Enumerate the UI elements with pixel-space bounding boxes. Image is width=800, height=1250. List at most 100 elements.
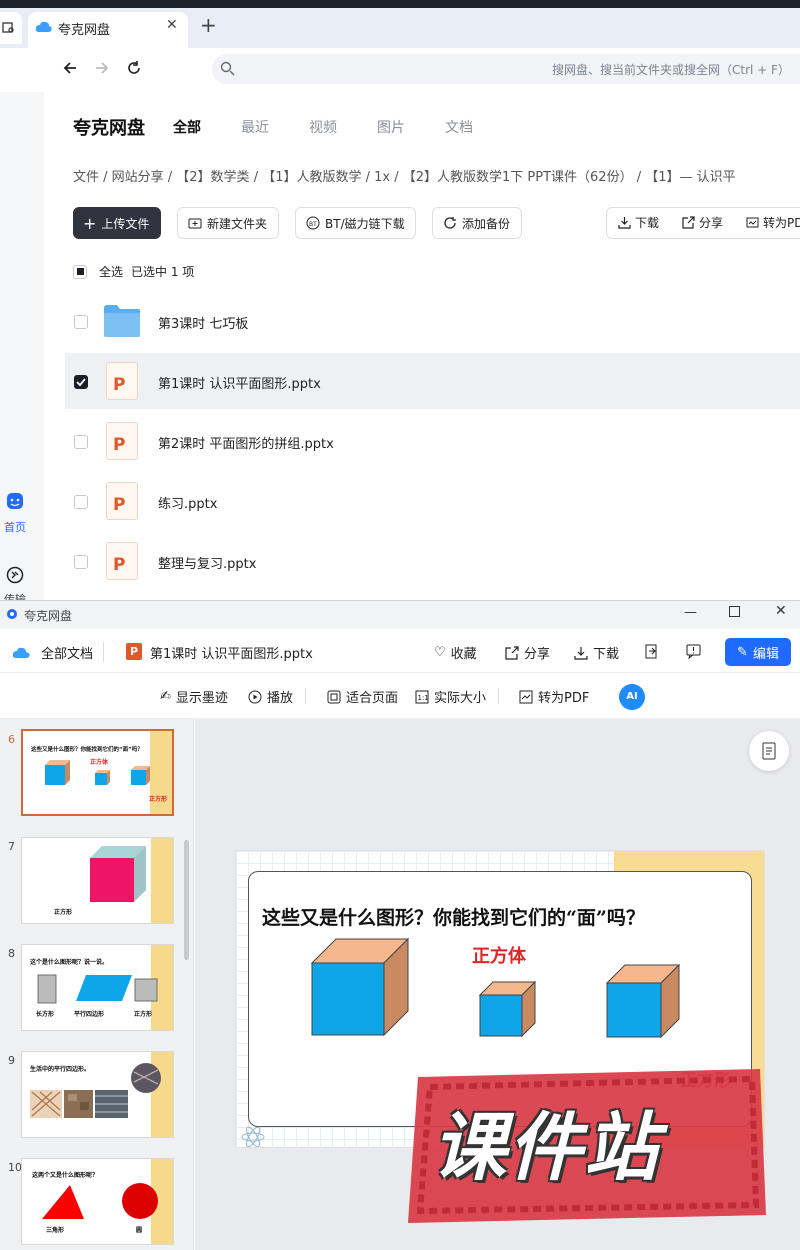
watermark-text: 课件站 (432, 1105, 660, 1191)
thumbnail-scrollbar[interactable] (184, 840, 189, 960)
new-folder-label: 新建文件夹 (207, 216, 268, 231)
tab-video[interactable]: 视频 (309, 117, 337, 137)
thumbnail-slide-7[interactable]: 正方形 (21, 837, 174, 924)
favorite-button[interactable]: ♡ 收藏 (434, 643, 477, 662)
viewer-share-button[interactable]: 分享 (505, 643, 550, 662)
new-folder-icon (188, 218, 202, 229)
photo-collage (30, 1063, 161, 1118)
previous-tab[interactable] (0, 12, 22, 44)
thumbnail-slide-8[interactable]: 这个是什么图形呢？说一说。 长方形 平行四边形 正方形 (21, 944, 174, 1031)
slide-title: 这些又是什么图形？你能找到它们的“面”吗？ (262, 907, 645, 929)
viewer-toolbar (0, 629, 800, 673)
row-checkbox[interactable] (74, 555, 88, 569)
file-name[interactable]: 第2课时 平面图形的拼组.pptx (158, 433, 334, 452)
fit-page-icon (327, 690, 341, 703)
show-ink-label: 显示墨迹 (175, 691, 228, 706)
thumbnail-number: 10 (8, 1161, 22, 1174)
transfer-label[interactable]: 传输 (4, 591, 26, 600)
convert-pdf-button[interactable]: 转为PDF (746, 214, 800, 231)
row-checkbox[interactable] (74, 435, 88, 449)
row-checkbox[interactable] (74, 495, 88, 509)
search-placeholder: 搜网盘、搜当前文件夹或搜全网（Ctrl + F） (552, 63, 790, 77)
forward-icon[interactable] (94, 60, 110, 76)
thumbnail-slide-10[interactable]: 这两个又是什么图形呢？ 三角形 圆 (21, 1158, 174, 1245)
brand-title: 夸克网盘 (73, 118, 145, 139)
thumbnail-label: 三角形 (46, 1227, 65, 1234)
select-all-checkbox[interactable] (73, 264, 87, 279)
pdf-icon (519, 690, 533, 703)
home-label[interactable]: 首页 (4, 519, 26, 535)
new-folder-button[interactable]: 新建文件夹 (177, 207, 279, 239)
tab-documents[interactable]: 文档 (445, 117, 473, 137)
selection-row: 全选 已选中 1 项 (73, 263, 194, 280)
actual-size-button[interactable]: 1:1 实际大小 (415, 687, 486, 706)
pptx-file-icon: P (106, 422, 138, 460)
thumbnail-label: 正方形 (134, 1011, 153, 1018)
pptx-file-icon: P (106, 482, 138, 520)
show-ink-button[interactable]: ✍ 显示墨迹 (160, 687, 228, 706)
fit-page-button[interactable]: 适合页面 (327, 687, 398, 706)
search-tab-icon (2, 22, 14, 33)
share-button[interactable]: 分享 (682, 214, 723, 231)
add-backup-button[interactable]: 添加备份 (432, 207, 522, 239)
file-name[interactable]: 整理与复习.pptx (158, 553, 256, 572)
play-button[interactable]: 播放 (248, 687, 293, 706)
transfer-icon[interactable] (6, 566, 24, 584)
triangle-circle-shapes (42, 1183, 158, 1219)
folder-icon (104, 305, 140, 337)
close-window-icon[interactable]: ✕ (775, 603, 787, 619)
tab-recent[interactable]: 最近 (241, 117, 269, 137)
feedback-icon[interactable] (686, 644, 701, 659)
thumbnail-label: 正方形 (149, 796, 168, 803)
minimize-icon[interactable]: — (684, 605, 697, 620)
all-docs-label: 全部文档 (41, 647, 94, 662)
bt-icon: BT (306, 216, 320, 230)
viewer-download-button[interactable]: 下载 (574, 643, 619, 662)
viewer-download-label: 下载 (593, 647, 620, 662)
close-tab-icon[interactable]: ✕ (166, 17, 178, 33)
tab-all[interactable]: 全部 (173, 117, 201, 137)
viewer-convert-pdf-button[interactable]: 转为PDF (519, 687, 589, 706)
refresh-icon[interactable] (126, 60, 142, 76)
bt-label: BT/磁力链下载 (325, 216, 405, 231)
thumbnail-slide-6[interactable]: 这些又是什么图形？你能找到它们的“面”吗？ 正方体 正方形 (21, 729, 174, 816)
upload-button[interactable]: + 上传文件 (73, 207, 161, 239)
actual-size-label: 实际大小 (434, 691, 487, 706)
edit-button[interactable]: ✎ 编辑 (725, 638, 791, 666)
home-icon[interactable] (6, 492, 24, 510)
select-all-label[interactable]: 全选 (99, 263, 123, 280)
thumbnail-label: 圆 (136, 1227, 143, 1234)
bt-download-button[interactable]: BT BT/磁力链下载 (295, 207, 416, 239)
row-checkbox[interactable] (74, 315, 88, 329)
export-icon[interactable] (644, 644, 658, 659)
file-name[interactable]: 练习.pptx (158, 493, 217, 512)
cube-shapes (45, 760, 150, 785)
row-checkbox-checked[interactable] (74, 375, 88, 389)
thumbnail-label: 长方形 (36, 1011, 55, 1018)
back-icon[interactable] (62, 60, 78, 76)
ink-icon: ✍ (160, 689, 171, 704)
edit-label: 编辑 (752, 646, 779, 662)
large-cube (310, 937, 410, 1037)
ai-assistant-icon[interactable]: AI (619, 684, 645, 710)
viewer-file-name: 第1课时 认识平面图形.pptx (150, 647, 313, 662)
tab-images[interactable]: 图片 (377, 117, 405, 137)
maximize-icon[interactable] (729, 606, 740, 617)
breadcrumb[interactable]: 文件 / 网站分享 / 【2】数学类 / 【1】人教版数学 / 1x / 【2】… (73, 166, 736, 185)
toolbar-divider (305, 688, 306, 704)
file-name[interactable]: 第1课时 认识平面图形.pptx (158, 373, 321, 392)
svg-text:1:1: 1:1 (418, 694, 429, 702)
quark-cloud-icon (35, 21, 52, 32)
page-view-toggle[interactable] (749, 731, 789, 771)
thumbnail-slide-9[interactable]: 生活中的平行四边形。 (21, 1051, 174, 1138)
fit-page-label: 适合页面 (346, 691, 399, 706)
convert-pdf-label: 转为PDF (763, 216, 800, 230)
medium-cube (606, 964, 680, 1038)
download-button[interactable]: 下载 (618, 214, 659, 231)
pptx-file-icon: P (106, 542, 138, 580)
check-icon (76, 378, 86, 387)
all-docs-button[interactable]: 全部文档 (12, 643, 93, 662)
heart-icon: ♡ (434, 645, 446, 660)
file-name[interactable]: 第3课时 七巧板 (158, 313, 248, 332)
new-tab-icon[interactable]: + (200, 13, 217, 37)
